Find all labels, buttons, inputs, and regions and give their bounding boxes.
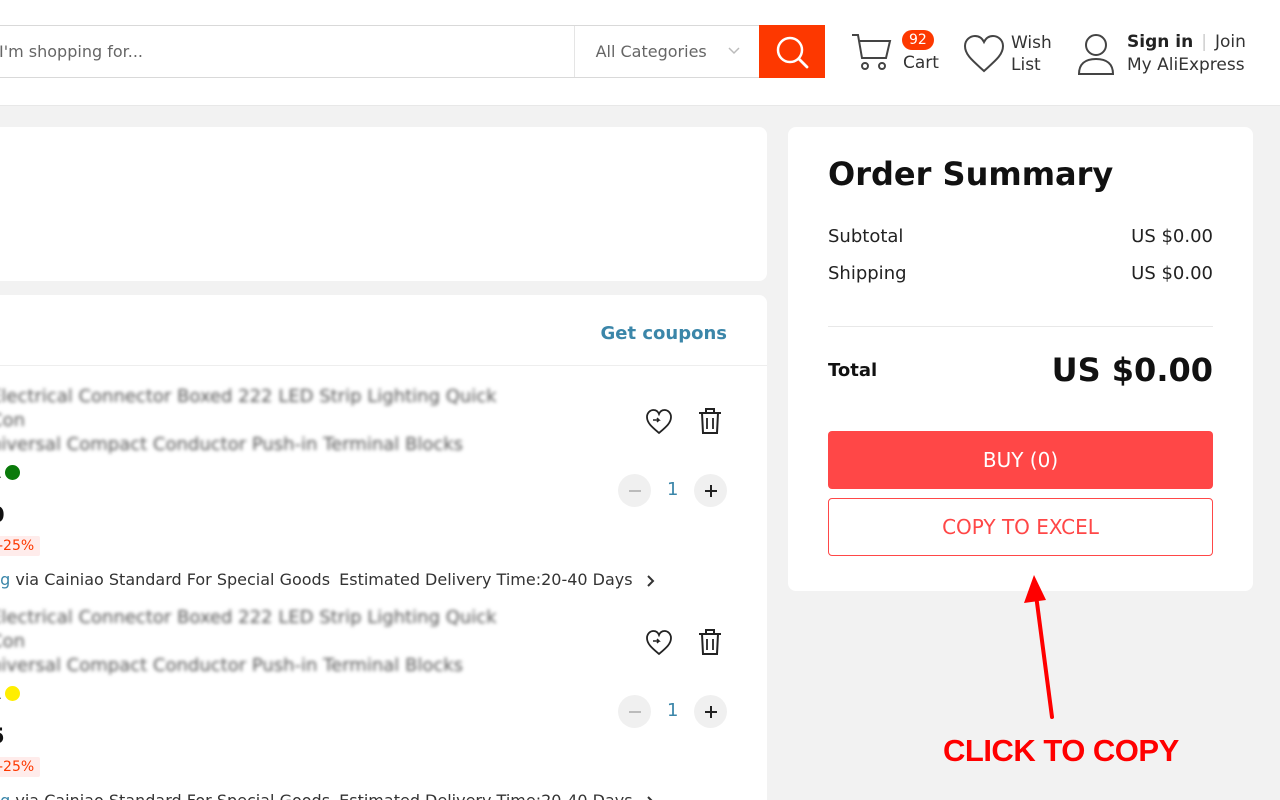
- site-header: All Categories 92 Cart Wish List Sign in…: [0, 0, 1280, 106]
- chevron-right-icon: [646, 795, 653, 800]
- chevron-down-icon: [728, 47, 740, 55]
- cart-select-all-card: [0, 127, 767, 281]
- discount-badge: -25%: [0, 536, 41, 556]
- discount-badge: -25%: [0, 757, 41, 777]
- shipping-highlight: ng: [0, 570, 11, 589]
- sku-selector[interactable]: A: [0, 684, 20, 703]
- my-aliexpress-link[interactable]: My AliExpress: [1127, 55, 1245, 75]
- delete-icon[interactable]: [697, 628, 723, 656]
- delivery-estimate: Estimated Delivery Time:20-40 Days: [339, 791, 632, 800]
- account-links: Sign in | Join: [1127, 32, 1246, 52]
- buy-button[interactable]: BUY (0): [828, 431, 1213, 489]
- heart-icon: [963, 34, 1005, 73]
- wish-line-1: Wish: [1011, 33, 1052, 53]
- product-title-line: Electrical Connector Boxed 222 LED Strip…: [0, 386, 497, 431]
- cart-label: Cart: [903, 53, 939, 73]
- plus-icon: [704, 705, 717, 718]
- get-coupons-link[interactable]: Get coupons: [601, 323, 727, 344]
- quantity-input[interactable]: 1: [667, 479, 678, 500]
- category-label: All Categories: [595, 42, 707, 61]
- total-value: US $0.00: [1051, 351, 1213, 389]
- delete-icon[interactable]: [697, 407, 723, 435]
- sku-color-swatch: [4, 465, 20, 480]
- minus-icon: [628, 489, 641, 492]
- cart-icon: [852, 34, 892, 70]
- cart-items-card: Get coupons Electrical Connector Boxed 2…: [0, 295, 767, 800]
- cart-item: Electrical Connector Boxed 222 LED Strip…: [0, 385, 767, 595]
- quantity-increase-button[interactable]: [694, 695, 727, 728]
- item-price: 0: [0, 503, 5, 527]
- join-link[interactable]: Join: [1215, 32, 1246, 52]
- product-title[interactable]: Electrical Connector Boxed 222 LED Strip…: [0, 606, 530, 678]
- copy-to-excel-button[interactable]: COPY TO EXCEL: [828, 498, 1213, 556]
- quantity-decrease-button[interactable]: [618, 695, 651, 728]
- quantity-increase-button[interactable]: [694, 474, 727, 507]
- product-title-line: Electrical Connector Boxed 222 LED Strip…: [0, 607, 497, 652]
- order-summary-card: Order Summary Subtotal US $0.00 Shipping…: [788, 127, 1253, 591]
- wish-line-2: List: [1011, 55, 1041, 75]
- product-title[interactable]: Electrical Connector Boxed 222 LED Strip…: [0, 385, 530, 457]
- product-title-line: niversal Compact Conductor Push-in Termi…: [0, 434, 464, 455]
- wish-list-label: Wish List: [1011, 32, 1052, 76]
- sku-label: A: [0, 463, 1, 482]
- shipping-value: US $0.00: [1131, 263, 1213, 284]
- chevron-right-icon: [646, 574, 655, 587]
- sign-in-link[interactable]: Sign in: [1127, 32, 1193, 52]
- search-icon: [776, 36, 809, 68]
- search-button[interactable]: [759, 25, 826, 78]
- shipping-method: via Cainiao Standard For Special Goods: [15, 791, 330, 800]
- order-summary-title: Order Summary: [828, 155, 1114, 193]
- total-label: Total: [828, 360, 878, 381]
- subtotal-value: US $0.00: [1131, 226, 1213, 247]
- product-title-line: niversal Compact Conductor Push-in Termi…: [0, 655, 464, 676]
- search-input[interactable]: [0, 26, 574, 77]
- subtotal-row: Subtotal US $0.00: [828, 226, 1213, 247]
- category-select[interactable]: All Categories: [573, 26, 760, 77]
- account-menu[interactable]: Sign in | Join My AliExpress: [1077, 30, 1267, 80]
- quantity-decrease-button[interactable]: [618, 474, 651, 507]
- cart-link[interactable]: 92 Cart: [850, 28, 950, 78]
- cart-count-badge: 92: [902, 30, 934, 50]
- cart-item: Electrical Connector Boxed 222 LED Strip…: [0, 606, 767, 800]
- search-bar: All Categories: [0, 25, 826, 78]
- delivery-estimate: Estimated Delivery Time:20-40 Days: [339, 570, 633, 589]
- shipping-row: Shipping US $0.00: [828, 263, 1213, 284]
- subtotal-label: Subtotal: [828, 226, 904, 247]
- shipping-info[interactable]: ng via Cainiao Standard For Special Good…: [0, 791, 656, 800]
- move-to-wishlist-icon[interactable]: [645, 408, 673, 436]
- sku-label: A: [0, 684, 1, 703]
- annotation-text: CLICK TO COPY: [943, 733, 1179, 768]
- annotation-arrow: [1024, 575, 1054, 719]
- minus-icon: [628, 710, 641, 713]
- move-to-wishlist-icon[interactable]: [645, 629, 673, 657]
- shipping-label: Shipping: [828, 263, 907, 284]
- shipping-info[interactable]: ng via Cainiao Standard For Special Good…: [0, 570, 656, 589]
- quantity-input[interactable]: 1: [667, 700, 678, 721]
- sku-color-swatch: [4, 686, 20, 701]
- user-icon: [1077, 34, 1115, 75]
- sku-selector[interactable]: A: [0, 463, 20, 482]
- divider: [828, 326, 1213, 327]
- plus-icon: [704, 484, 717, 497]
- wish-list-link[interactable]: Wish List: [963, 30, 1073, 80]
- separator: |: [1201, 32, 1207, 52]
- shipping-method: via Cainiao Standard For Special Goods: [15, 570, 331, 589]
- item-price: 5: [0, 724, 5, 748]
- shipping-highlight: ng: [0, 791, 10, 800]
- divider: [0, 365, 767, 366]
